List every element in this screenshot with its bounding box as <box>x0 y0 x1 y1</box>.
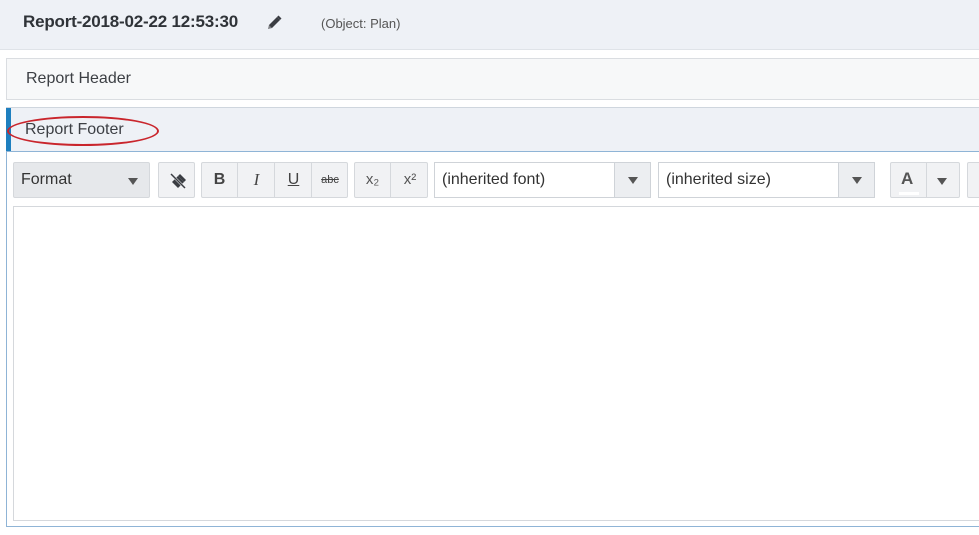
size-select-value: (inherited size) <box>666 171 771 188</box>
text-style-group: B I U abc <box>201 162 348 198</box>
format-label: Format <box>21 171 72 188</box>
report-header-label: Report Header <box>26 70 131 87</box>
italic-button[interactable]: I <box>239 163 275 197</box>
size-dropdown-button[interactable] <box>838 163 874 197</box>
divider <box>926 163 927 197</box>
bold-button[interactable]: B <box>202 163 238 197</box>
eraser-icon <box>169 172 187 190</box>
size-select[interactable]: (inherited size) <box>658 162 875 198</box>
font-select-value: (inherited font) <box>442 171 546 188</box>
underline-button[interactable]: U <box>276 163 312 197</box>
report-title: Report-2018-02-22 12:53:30 <box>23 12 238 31</box>
more-toolbar-button[interactable] <box>967 162 979 198</box>
pencil-icon[interactable] <box>265 14 283 32</box>
object-label: (Object: Plan) <box>321 16 401 31</box>
font-dropdown-button[interactable] <box>614 163 650 197</box>
editor-content-area[interactable] <box>13 206 979 521</box>
remove-format-button[interactable] <box>158 162 195 198</box>
superscript-button[interactable]: x² <box>392 163 428 197</box>
font-select[interactable]: (inherited font) <box>434 162 651 198</box>
report-footer-label: Report Footer <box>25 121 124 138</box>
report-header-section[interactable]: Report Header <box>6 58 979 100</box>
color-indicator <box>899 192 919 195</box>
format-dropdown[interactable]: Format <box>13 162 150 198</box>
text-color-button[interactable]: A <box>890 162 960 198</box>
strikethrough-button[interactable]: abc <box>312 163 348 197</box>
subscript-button[interactable]: x₂ <box>355 163 391 197</box>
chevron-down-icon <box>852 177 862 184</box>
report-footer-section[interactable]: Report Footer <box>6 107 979 152</box>
text-color-icon: A <box>901 169 914 188</box>
chevron-down-icon <box>628 177 638 184</box>
chevron-down-icon[interactable] <box>937 178 947 185</box>
title-bar: Report-2018-02-22 12:53:30 (Object: Plan… <box>0 0 979 50</box>
chevron-down-icon <box>128 178 138 185</box>
script-group: x₂ x² <box>354 162 428 198</box>
